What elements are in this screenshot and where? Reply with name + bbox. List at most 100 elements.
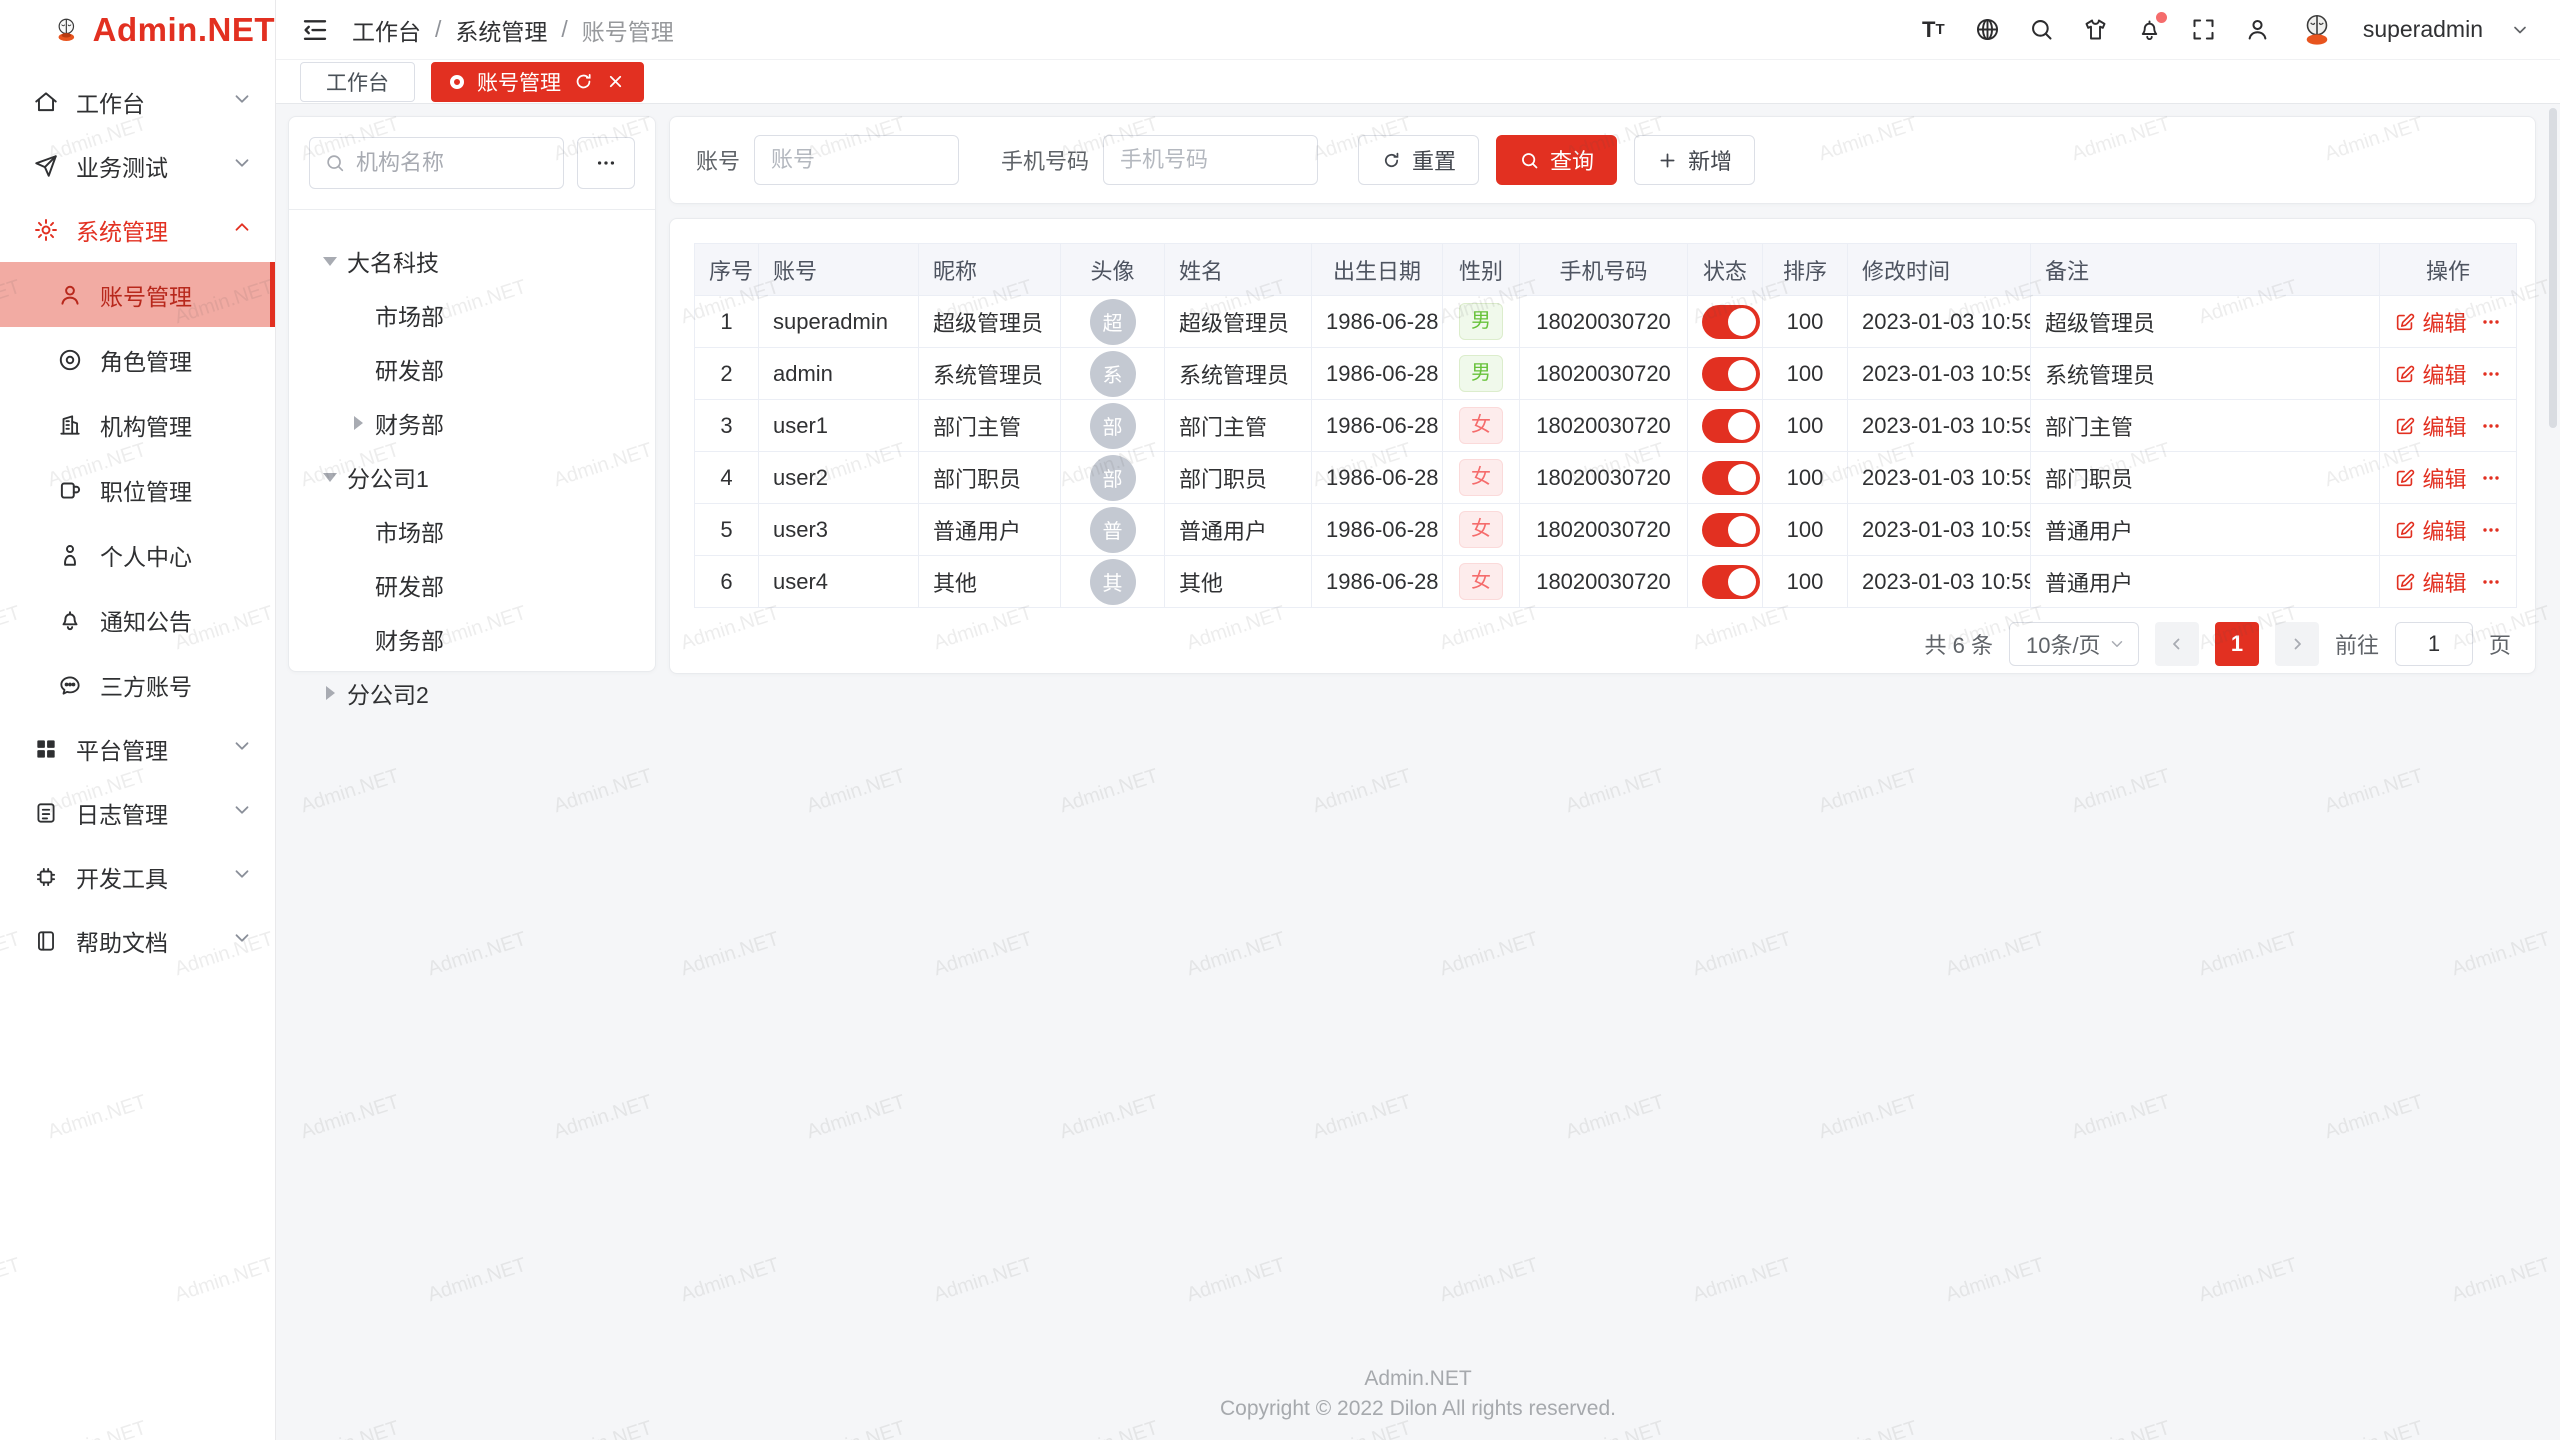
tab-close-icon[interactable] — [606, 72, 625, 91]
cell-order: 100 — [1763, 504, 1848, 556]
sidebar-item-org-management[interactable]: 机构管理 — [0, 392, 275, 457]
tree-node[interactable]: 大名科技 — [309, 234, 635, 288]
sidebar-item-dev-tools[interactable]: 开发工具 — [0, 845, 275, 909]
tab-refresh-icon[interactable] — [574, 72, 593, 91]
sidebar-item-notice[interactable]: 通知公告 — [0, 587, 275, 652]
sidebar-item-system-management[interactable]: 系统管理 — [0, 198, 275, 262]
sidebar-item-position-management[interactable]: 职位管理 — [0, 457, 275, 522]
sidebar-item-personal-center[interactable]: 个人中心 — [0, 522, 275, 587]
menu-fold-icon[interactable] — [300, 15, 330, 45]
sidebar-item-platform-management[interactable]: 平台管理 — [0, 717, 275, 781]
edit-button[interactable]: 编辑 — [2394, 462, 2467, 494]
sidebar-item-help-docs[interactable]: 帮助文档 — [0, 909, 275, 973]
sidebar-item-role-management[interactable]: 角色管理 — [0, 327, 275, 392]
font-size-icon[interactable]: TT — [1920, 16, 1947, 43]
sidebar-item-workbench[interactable]: 工作台 — [0, 70, 275, 134]
status-toggle[interactable] — [1702, 357, 1760, 391]
reset-button-label: 重置 — [1412, 144, 1456, 176]
more-actions-button[interactable] — [2479, 362, 2503, 386]
column-header-actions: 操作 — [2380, 244, 2517, 296]
tree-node[interactable]: 市场部 — [309, 504, 635, 558]
next-page-button[interactable] — [2275, 622, 2319, 666]
table-row[interactable]: 5 user3 普通用户 普 普通用户 1986-06-28 女 1802003… — [695, 504, 2517, 556]
reset-button[interactable]: 重置 — [1358, 135, 1479, 185]
table-row[interactable]: 3 user1 部门主管 部 部门主管 1986-06-28 女 1802003… — [695, 400, 2517, 452]
fullscreen-icon[interactable] — [2190, 16, 2217, 43]
status-toggle[interactable] — [1702, 565, 1760, 599]
edit-button[interactable]: 编辑 — [2394, 306, 2467, 338]
sidebar-item-third-party-account[interactable]: 三方账号 — [0, 652, 275, 717]
column-header-remark: 备注 — [2031, 244, 2380, 296]
more-actions-button[interactable] — [2479, 570, 2503, 594]
cell-status — [1688, 504, 1763, 556]
cell-phone: 18020030720 — [1520, 400, 1688, 452]
avatar: 普 — [1090, 507, 1136, 553]
prev-page-button[interactable] — [2155, 622, 2199, 666]
status-toggle[interactable] — [1702, 461, 1760, 495]
tab-workbench[interactable]: 工作台 — [300, 62, 415, 102]
tree-caret-icon[interactable] — [319, 686, 341, 700]
tree-node[interactable]: 研发部 — [309, 558, 635, 612]
tab-account-management[interactable]: 账号管理 — [431, 62, 644, 102]
status-toggle[interactable] — [1702, 409, 1760, 443]
sidebar-item-label: 日志管理 — [76, 796, 168, 830]
org-more-button[interactable] — [577, 137, 635, 189]
tree-node[interactable]: 分公司2 — [309, 666, 635, 720]
more-actions-button[interactable] — [2479, 466, 2503, 490]
cell-remark: 部门职员 — [2031, 452, 2380, 504]
avatar: 超 — [1090, 299, 1136, 345]
edit-button[interactable]: 编辑 — [2394, 566, 2467, 598]
add-button[interactable]: 新增 — [1634, 135, 1755, 185]
goto-page-input[interactable] — [2395, 622, 2473, 666]
tree-node[interactable]: 研发部 — [309, 342, 635, 396]
search-button[interactable]: 查询 — [1496, 135, 1617, 185]
notification-bell-icon[interactable] — [2136, 16, 2163, 43]
org-search-input[interactable] — [356, 150, 549, 176]
logo[interactable]: Admin.NET — [0, 0, 275, 60]
more-actions-button[interactable] — [2479, 414, 2503, 438]
edit-button[interactable]: 编辑 — [2394, 514, 2467, 546]
edit-button[interactable]: 编辑 — [2394, 358, 2467, 390]
username[interactable]: superadmin — [2363, 16, 2483, 43]
chat-bubble-icon — [57, 672, 83, 698]
table-row[interactable]: 2 admin 系统管理员 系 系统管理员 1986-06-28 男 18020… — [695, 348, 2517, 400]
profile-icon[interactable] — [2244, 16, 2271, 43]
page-unit-label: 页 — [2489, 628, 2511, 660]
status-toggle[interactable] — [1702, 305, 1760, 339]
user-avatar[interactable] — [2298, 11, 2336, 49]
breadcrumb-item[interactable]: 工作台 — [352, 13, 421, 47]
edit-button-label: 编辑 — [2423, 514, 2467, 546]
theme-shirt-icon[interactable] — [2082, 16, 2109, 43]
edit-button[interactable]: 编辑 — [2394, 410, 2467, 442]
table-row[interactable]: 6 user4 其他 其 其他 1986-06-28 女 18020030720… — [695, 556, 2517, 608]
more-actions-button[interactable] — [2479, 518, 2503, 542]
cell-birthdate: 1986-06-28 — [1312, 296, 1443, 348]
breadcrumb-item[interactable]: 系统管理 — [455, 13, 547, 47]
pagination-total: 共 6 条 — [1925, 628, 1993, 660]
tree-node[interactable]: 财务部 — [309, 612, 635, 666]
more-actions-button[interactable] — [2479, 310, 2503, 334]
sidebar-item-log-management[interactable]: 日志管理 — [0, 781, 275, 845]
phone-field-group: 手机号码 — [1001, 135, 1318, 185]
table-row[interactable]: 1 superadmin 超级管理员 超 超级管理员 1986-06-28 男 … — [695, 296, 2517, 348]
sidebar-item-business-test[interactable]: 业务测试 — [0, 134, 275, 198]
phone-input[interactable] — [1103, 135, 1318, 185]
search-icon[interactable] — [2028, 16, 2055, 43]
sidebar-item-account-management[interactable]: 账号管理 — [0, 262, 275, 327]
tree-node[interactable]: 市场部 — [309, 288, 635, 342]
page-size-select[interactable]: 10条/页 — [2009, 622, 2139, 666]
tree-caret-icon[interactable] — [319, 473, 341, 482]
status-toggle[interactable] — [1702, 513, 1760, 547]
language-icon[interactable] — [1974, 16, 2001, 43]
account-input[interactable] — [754, 135, 959, 185]
tree-caret-icon[interactable] — [347, 416, 369, 430]
tree-caret-icon[interactable] — [319, 257, 341, 266]
sidebar-item-label: 三方账号 — [100, 668, 192, 702]
tree-node[interactable]: 分公司1 — [309, 450, 635, 504]
scrollbar-thumb[interactable] — [2549, 108, 2557, 428]
sidebar-item-label: 角色管理 — [100, 343, 192, 377]
page-number-current[interactable]: 1 — [2215, 622, 2259, 666]
tree-node[interactable]: 财务部 — [309, 396, 635, 450]
user-menu-chevron-icon[interactable] — [2510, 20, 2530, 40]
table-row[interactable]: 4 user2 部门职员 部 部门职员 1986-06-28 女 1802003… — [695, 452, 2517, 504]
